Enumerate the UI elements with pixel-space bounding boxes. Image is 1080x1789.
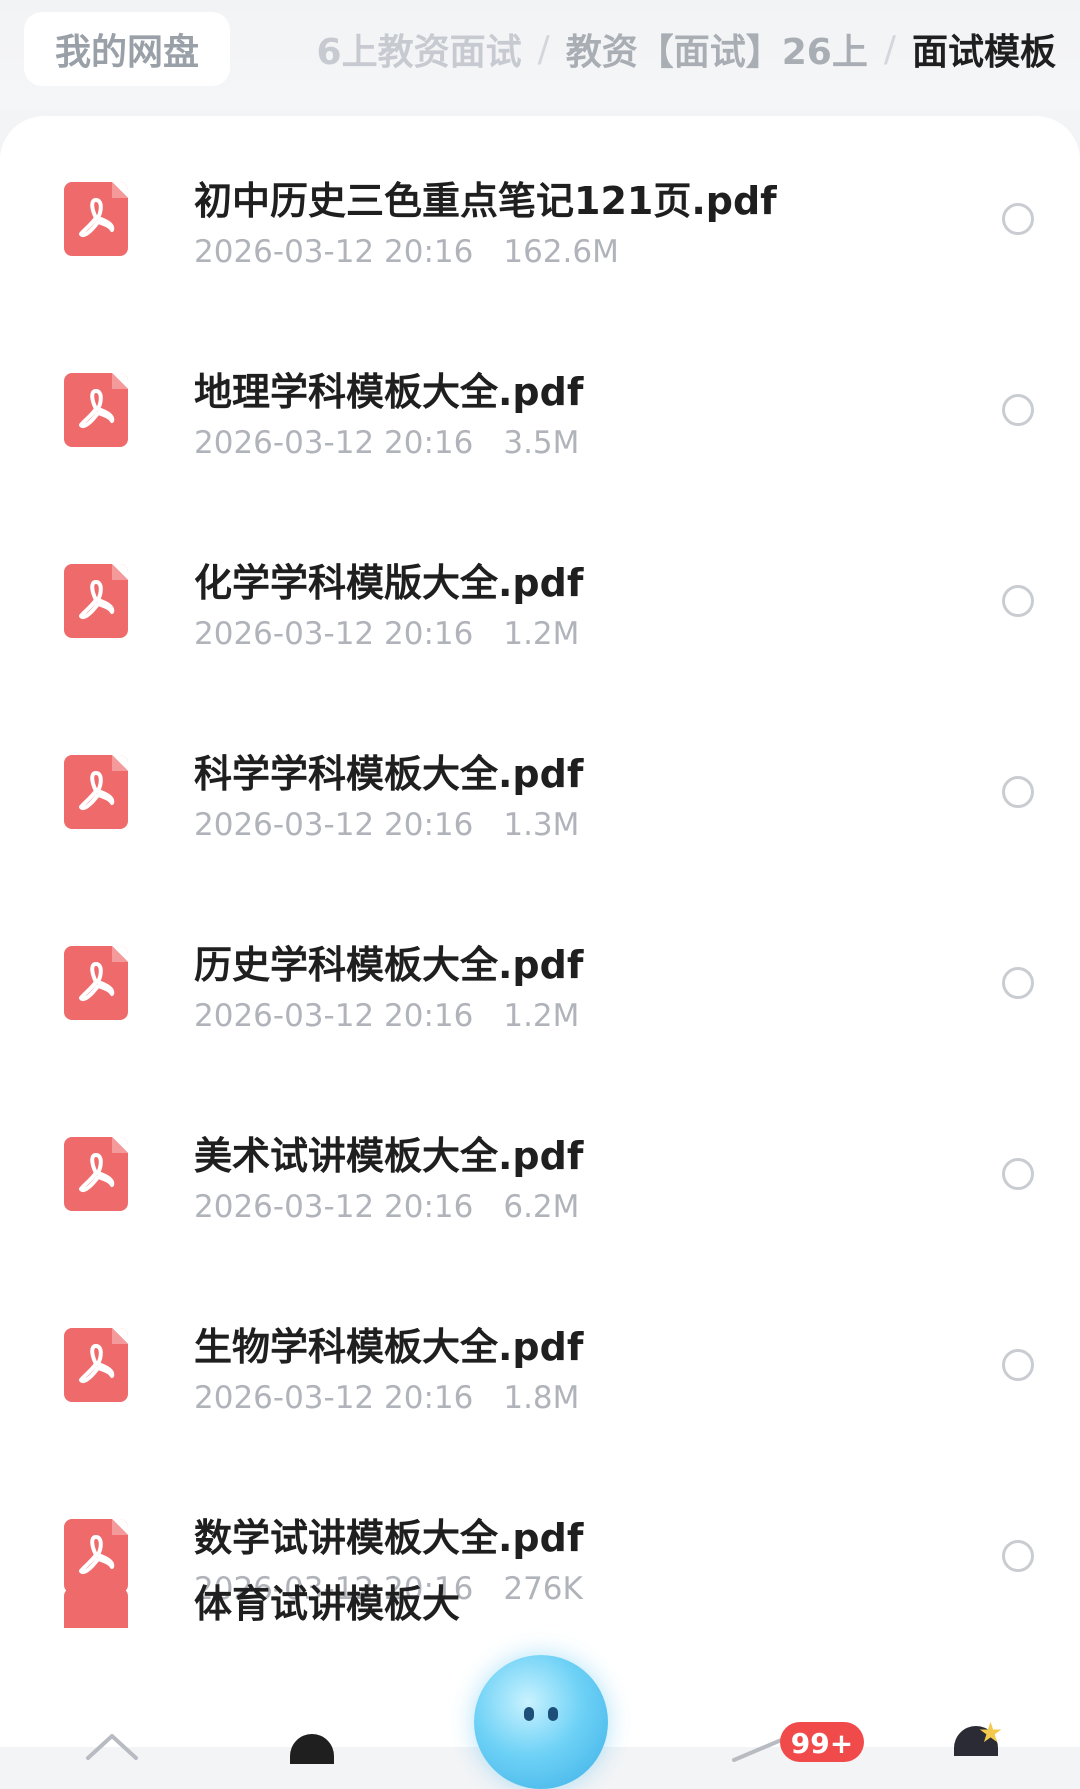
pdf-icon [64, 1519, 128, 1593]
pdf-icon [64, 755, 128, 829]
star-icon: ★ [978, 1716, 1004, 1749]
file-meta: 2026-03-12 20:16 1.2M [194, 616, 579, 652]
file-name: 科学学科模板大全.pdf [194, 752, 584, 796]
select-radio[interactable] [1002, 1540, 1034, 1572]
file-row[interactable]: 初中历史三色重点笔记121页.pdf 2026-03-12 20:16 162.6… [0, 126, 1080, 317]
select-radio[interactable] [1002, 1158, 1034, 1190]
file-row[interactable]: 数学试讲模板大全.pdf 2026-03-12 20:16 276K [0, 1463, 1080, 1654]
file-size: 6.2M [503, 1189, 580, 1225]
file-size: 1.8M [503, 1380, 580, 1416]
file-date: 2026-03-12 20:16 [194, 807, 474, 843]
pdf-icon [64, 373, 128, 447]
file-size: 1.2M [503, 616, 580, 652]
file-date: 2026-03-12 20:16 [194, 998, 474, 1034]
file-size: 162.6M [503, 234, 619, 270]
file-meta: 2026-03-12 20:16 3.5M [194, 425, 579, 461]
assistant-icon[interactable] [474, 1655, 608, 1789]
pdf-icon [64, 1588, 128, 1628]
select-radio[interactable] [1002, 203, 1034, 235]
file-list: 初中历史三色重点笔记121页.pdf 2026-03-12 20:16 162.6… [0, 116, 1080, 1747]
breadcrumb-root[interactable]: 我的网盘 [24, 12, 230, 86]
pdf-icon [64, 946, 128, 1020]
file-meta: 2026-03-12 20:16 1.2M [194, 998, 579, 1034]
file-row[interactable]: 历史学科模板大全.pdf 2026-03-12 20:16 1.2M [0, 890, 1080, 1081]
file-row[interactable]: 化学学科模版大全.pdf 2026-03-12 20:16 1.2M [0, 508, 1080, 699]
file-date: 2026-03-12 20:16 [194, 616, 474, 652]
file-meta: 2026-03-12 20:16 1.8M [194, 1380, 579, 1416]
file-name: 地理学科模板大全.pdf [194, 370, 584, 414]
assistant-eye [548, 1707, 558, 1721]
breadcrumb-item-parent[interactable]: 教资【面试】26上 [566, 23, 868, 75]
file-row[interactable]: 地理学科模板大全.pdf 2026-03-12 20:16 3.5M [0, 317, 1080, 508]
home-icon[interactable] [84, 1730, 140, 1760]
file-size: 1.2M [503, 998, 580, 1034]
pdf-icon [64, 1137, 128, 1211]
breadcrumb-item-faded[interactable]: 6上教资面试 [317, 23, 522, 75]
select-radio[interactable] [1002, 585, 1034, 617]
breadcrumb: 6上教资面试 / 教资【面试】26上 / 面试模板 [242, 12, 1056, 86]
breadcrumb-separator: / [537, 28, 550, 70]
breadcrumb-header: 我的网盘 6上教资面试 / 教资【面试】26上 / 面试模板 [0, 0, 1080, 110]
file-size: 3.5M [503, 425, 580, 461]
file-size: 1.3M [503, 807, 580, 843]
select-radio[interactable] [1002, 776, 1034, 808]
file-name: 生物学科模板大全.pdf [194, 1325, 584, 1369]
file-name: 数学试讲模板大全.pdf [194, 1516, 584, 1560]
notification-badge: 99+ [780, 1722, 864, 1762]
breadcrumb-current: 面试模板 [911, 32, 1056, 73]
file-date: 2026-03-12 20:16 [194, 234, 474, 270]
file-name: 初中历史三色重点笔记121页.pdf [194, 179, 777, 223]
file-date: 2026-03-12 20:16 [194, 425, 474, 461]
pdf-icon [64, 1328, 128, 1402]
file-date: 2026-03-12 20:16 [194, 1189, 474, 1225]
file-row[interactable]: 美术试讲模板大全.pdf 2026-03-12 20:16 6.2M [0, 1081, 1080, 1272]
file-meta: 2026-03-12 20:16 162.6M [194, 234, 619, 270]
file-row[interactable]: 科学学科模板大全.pdf 2026-03-12 20:16 1.3M [0, 699, 1080, 890]
select-radio[interactable] [1002, 394, 1034, 426]
assistant-eye [524, 1707, 534, 1721]
file-date: 2026-03-12 20:16 [194, 1380, 474, 1416]
pdf-icon [64, 182, 128, 256]
file-size: 276K [503, 1571, 583, 1607]
file-row[interactable]: 生物学科模板大全.pdf 2026-03-12 20:16 1.8M [0, 1272, 1080, 1463]
select-radio[interactable] [1002, 967, 1034, 999]
file-meta: 2026-03-12 20:16 1.3M [194, 807, 579, 843]
breadcrumb-root-label: 我的网盘 [54, 32, 199, 73]
file-name: 美术试讲模板大全.pdf [194, 1134, 584, 1178]
file-meta: 2026-03-12 20:16 6.2M [194, 1189, 579, 1225]
file-name-partial: 体育试讲模板大 [194, 1582, 461, 1626]
select-radio[interactable] [1002, 1349, 1034, 1381]
breadcrumb-separator: / [883, 28, 896, 70]
pdf-icon [64, 564, 128, 638]
file-name: 化学学科模版大全.pdf [194, 561, 584, 605]
file-name: 历史学科模板大全.pdf [194, 943, 584, 987]
